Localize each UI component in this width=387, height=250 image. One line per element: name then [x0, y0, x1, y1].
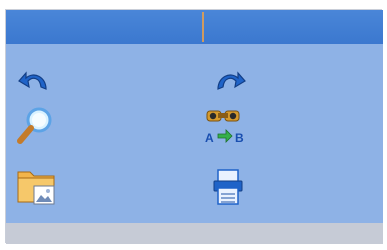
redo-button[interactable] — [202, 57, 254, 105]
find-replace-button[interactable]: A B — [200, 102, 252, 150]
undo-icon — [18, 71, 47, 90]
find-button[interactable] — [8, 102, 60, 150]
printer-icon — [213, 169, 243, 205]
header-divider — [202, 12, 204, 42]
undo-button[interactable] — [10, 57, 62, 105]
replace-label-a: A — [205, 131, 214, 145]
replace-label-b: B — [235, 131, 244, 145]
magnifier-icon — [17, 107, 52, 144]
toolbar-panel: A B — [6, 44, 383, 223]
binoculars-replace-icon: A B — [205, 110, 244, 145]
folder-image-icon — [17, 171, 55, 205]
redo-icon — [217, 71, 246, 90]
insert-image-button[interactable] — [10, 162, 62, 210]
print-button[interactable] — [202, 162, 254, 210]
toolbar-footer-strip — [6, 223, 383, 244]
toolbar-header — [6, 10, 383, 44]
toolbar-window: A B — [5, 9, 383, 244]
